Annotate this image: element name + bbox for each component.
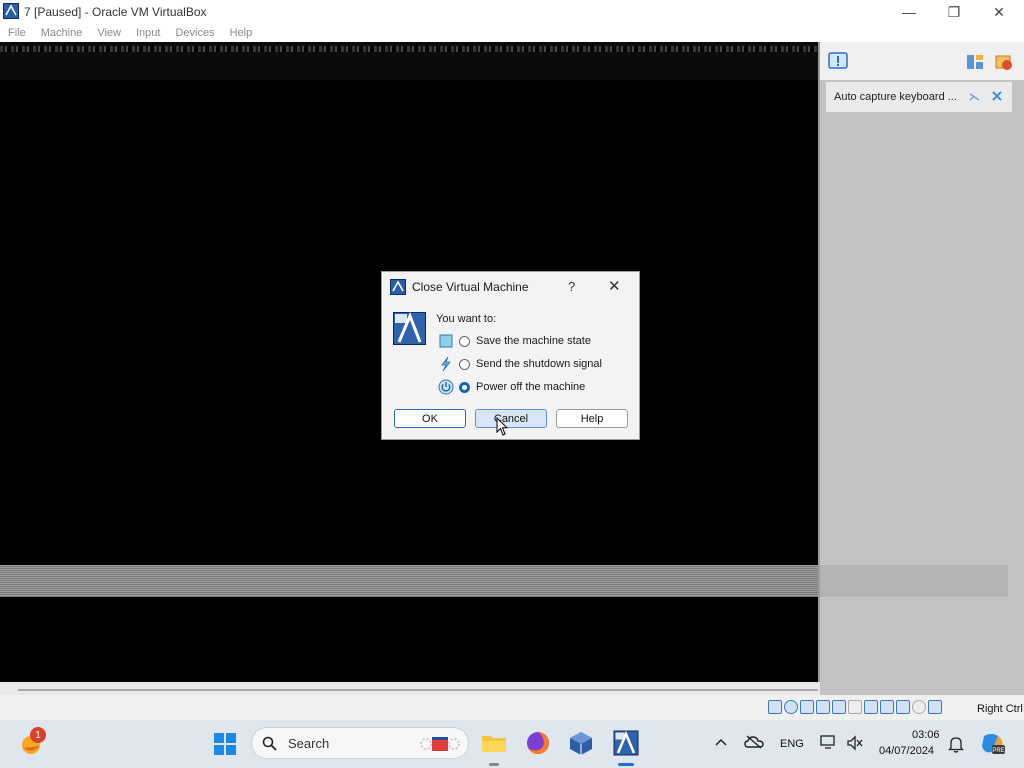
notification-item: Auto capture keyboard ... [826, 82, 1012, 112]
weather-widget[interactable]: 1 [20, 727, 46, 756]
host-key-label: Right Ctrl [977, 703, 1023, 715]
notification-center-band [820, 565, 1008, 597]
save-state-radio[interactable] [459, 335, 470, 347]
option-shutdown-signal[interactable]: Send the shutdown signal [438, 355, 602, 373]
virtualbox-icon [3, 3, 19, 19]
shutdown-signal-radio[interactable] [459, 358, 470, 370]
menu-machine[interactable]: Machine [33, 27, 90, 39]
menu-bar: File Machine View Input Devices Help [0, 24, 1024, 42]
close-button[interactable]: ✕ [976, 0, 1022, 24]
audio-icon[interactable] [800, 700, 814, 714]
vm-status-bar: Right Ctrl [0, 695, 1024, 720]
ok-button[interactable]: OK [394, 409, 466, 428]
help-button[interactable]: Help [556, 409, 628, 428]
restore-icon: ❐ [947, 3, 961, 20]
notification-center: Auto capture keyboard ... [818, 42, 1024, 695]
notifications-bell-icon[interactable] [948, 735, 964, 753]
taskbar: 1 Search ENG 03:06 04/07/2024 PRE [0, 720, 1024, 768]
save-state-icon [438, 333, 454, 349]
network-icon[interactable] [816, 700, 830, 714]
dialog-virtualbox-icon [390, 279, 406, 295]
close-icon: ✕ [608, 278, 621, 295]
notification-header [820, 42, 1024, 80]
file-explorer-indicator [489, 763, 499, 766]
device-indicators [768, 700, 944, 714]
layout-icon[interactable] [966, 53, 984, 71]
onedrive-icon[interactable] [744, 735, 764, 749]
close-icon: ✕ [993, 3, 1005, 20]
usb-icon[interactable] [832, 700, 846, 714]
title-bar: 7 [Paused] - Oracle VM VirtualBox — ❐ ✕ [0, 0, 1024, 24]
optical-drive-icon[interactable] [784, 700, 798, 714]
power-off-icon [438, 379, 454, 395]
virtualization-icon[interactable] [896, 700, 910, 714]
mouse-integration-icon[interactable] [912, 700, 926, 714]
dismiss-all-icon[interactable] [995, 53, 1013, 71]
option-save-state[interactable]: Save the machine state [438, 332, 591, 350]
power-off-label: Power off the machine [476, 381, 586, 393]
window-title: 7 [Paused] - Oracle VM VirtualBox [24, 5, 207, 19]
recording-icon[interactable] [880, 700, 894, 714]
power-off-radio[interactable] [459, 381, 470, 393]
save-state-label: Save the machine state [476, 335, 591, 347]
window-scroll-area [0, 682, 820, 695]
weather-badge: 1 [30, 727, 46, 743]
dialog-prompt: You want to: [436, 313, 497, 325]
close-vm-dialog: Close Virtual Machine ? ✕ You want to: S… [381, 271, 640, 440]
minimize-button[interactable]: — [886, 0, 932, 24]
show-hidden-icons[interactable] [714, 737, 728, 747]
firefox-icon[interactable] [525, 730, 551, 756]
notification-text: Auto capture keyboard ... [834, 91, 957, 103]
mute-notification-icon[interactable] [968, 90, 981, 103]
hard-disk-icon[interactable] [768, 700, 782, 714]
cancel-button[interactable]: Cancel [475, 409, 547, 428]
copilot-icon[interactable]: PRE [980, 732, 1006, 756]
dialog-close-button[interactable]: ✕ [608, 277, 621, 295]
shutdown-signal-label: Send the shutdown signal [476, 358, 602, 370]
shared-folders-icon[interactable] [848, 700, 862, 714]
search-placeholder: Search [288, 736, 330, 751]
menu-devices[interactable]: Devices [167, 27, 221, 39]
file-explorer-icon[interactable] [481, 730, 507, 756]
menu-input[interactable]: Input [128, 27, 167, 39]
option-power-off[interactable]: Power off the machine [438, 378, 585, 396]
host-key-icon[interactable] [928, 700, 942, 714]
restore-button[interactable]: ❐ [931, 0, 977, 24]
notification-toggle-icon[interactable] [828, 52, 848, 72]
search-highlight-icon [418, 733, 462, 755]
search-icon [262, 736, 277, 751]
vm-window-indicator [618, 763, 634, 766]
shutdown-signal-icon [438, 356, 454, 372]
clock-time[interactable]: 03:06 [912, 729, 940, 741]
dialog-title: Close Virtual Machine [412, 280, 529, 294]
mouse-cursor-icon [496, 417, 508, 437]
vm-os-icon [393, 312, 426, 345]
network-tray-icon[interactable] [820, 734, 838, 750]
virtualbox-manager-icon[interactable] [568, 730, 594, 756]
vm-display-band [0, 565, 818, 597]
minimize-icon: — [902, 4, 916, 20]
menu-view[interactable]: View [89, 27, 128, 39]
display-icon[interactable] [864, 700, 878, 714]
clock-date[interactable]: 04/07/2024 [879, 745, 934, 757]
language-indicator[interactable]: ENG [780, 738, 804, 750]
copilot-pre-badge: PRE [992, 748, 1004, 754]
close-notification-icon[interactable] [991, 90, 1003, 102]
volume-muted-icon[interactable] [846, 735, 864, 751]
menu-file[interactable]: File [0, 27, 33, 39]
dialog-help-button[interactable]: ? [568, 279, 575, 294]
vm-display-artifact [0, 46, 818, 52]
menu-help[interactable]: Help [222, 27, 260, 39]
vm-window-taskbar-icon[interactable] [613, 730, 639, 756]
taskbar-search[interactable]: Search [251, 727, 469, 759]
start-button[interactable] [214, 733, 236, 755]
horizontal-scrollbar[interactable] [18, 689, 818, 691]
